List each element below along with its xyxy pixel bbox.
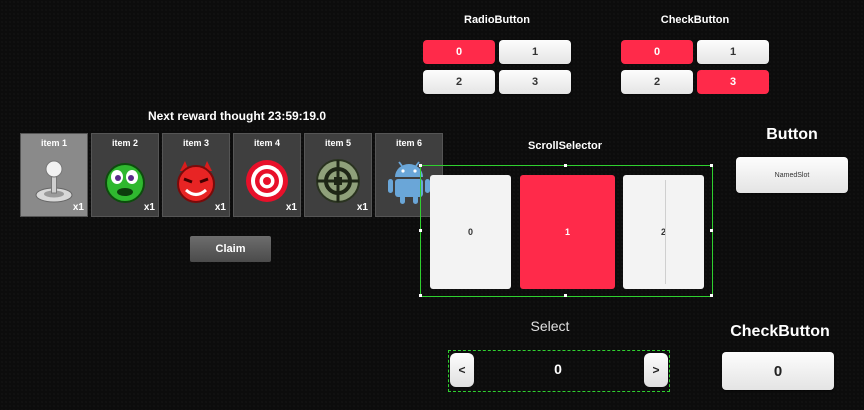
reward-item-5[interactable]: item 5 x1 [304, 133, 372, 217]
radio-option-3[interactable]: 3 [499, 70, 571, 94]
selection-handle [419, 164, 422, 167]
selection-handle [710, 294, 713, 297]
scroll-selector-title: ScrollSelector [528, 140, 602, 152]
reward-item-count: x1 [143, 202, 155, 213]
selection-handle [564, 164, 567, 167]
target-icon [246, 160, 288, 202]
select-value: 0 [554, 361, 562, 377]
selection-handle [419, 294, 422, 297]
select-prev-button[interactable]: < [450, 353, 474, 387]
select-next-button[interactable]: > [644, 353, 668, 387]
scroll-card-divider [665, 180, 666, 284]
selection-handle [710, 229, 713, 232]
radio-option-1[interactable]: 1 [499, 40, 571, 64]
scroll-card-0[interactable]: 0 [430, 175, 511, 289]
button-panel-title: Button [766, 126, 818, 143]
named-slot-button[interactable]: NamedSlot [736, 157, 848, 193]
reward-item-count: x1 [72, 202, 84, 213]
reward-item-label: item 5 [324, 138, 351, 148]
check-button-panel-title: CheckButton [730, 323, 830, 340]
selection-handle [564, 294, 567, 297]
red-devil-icon [177, 161, 215, 203]
reward-item-4[interactable]: item 4 x1 [233, 133, 301, 217]
reward-item-label: item 2 [111, 138, 138, 148]
reward-item-1[interactable]: item 1 x1 [20, 133, 88, 217]
scroll-card-2[interactable]: 2 [623, 175, 704, 289]
check-option-1[interactable]: 1 [697, 40, 769, 64]
selection-handle [419, 229, 422, 232]
reward-item-2[interactable]: item 2 x1 [91, 133, 159, 217]
reward-item-label: item 1 [40, 138, 67, 148]
radio-option-0[interactable]: 0 [423, 40, 495, 64]
reward-item-3[interactable]: item 3 x1 [162, 133, 230, 217]
reward-timer-title: Next reward thought 23:59:19.0 [147, 109, 327, 123]
reward-item-label: item 6 [395, 138, 422, 148]
check-button[interactable]: 0 [722, 352, 834, 390]
check-option-0[interactable]: 0 [621, 40, 693, 64]
check-group-title: CheckButton [660, 14, 730, 26]
green-monster-icon [105, 163, 145, 203]
check-option-2[interactable]: 2 [621, 70, 693, 94]
reward-item-count: x1 [214, 202, 226, 213]
joystick-icon [35, 160, 73, 203]
claim-button[interactable]: Claim [190, 236, 271, 262]
reward-item-label: item 3 [182, 138, 209, 148]
reward-item-label: item 4 [253, 138, 280, 148]
radio-group-title: RadioButton [464, 14, 530, 26]
scroll-card-1[interactable]: 1 [520, 175, 615, 289]
selection-handle [710, 164, 713, 167]
crosshair-icon [316, 159, 360, 203]
select-title: Select [530, 318, 570, 334]
radio-option-2[interactable]: 2 [423, 70, 495, 94]
reward-item-count: x1 [356, 202, 368, 213]
reward-item-count: x1 [285, 202, 297, 213]
check-option-3[interactable]: 3 [697, 70, 769, 94]
